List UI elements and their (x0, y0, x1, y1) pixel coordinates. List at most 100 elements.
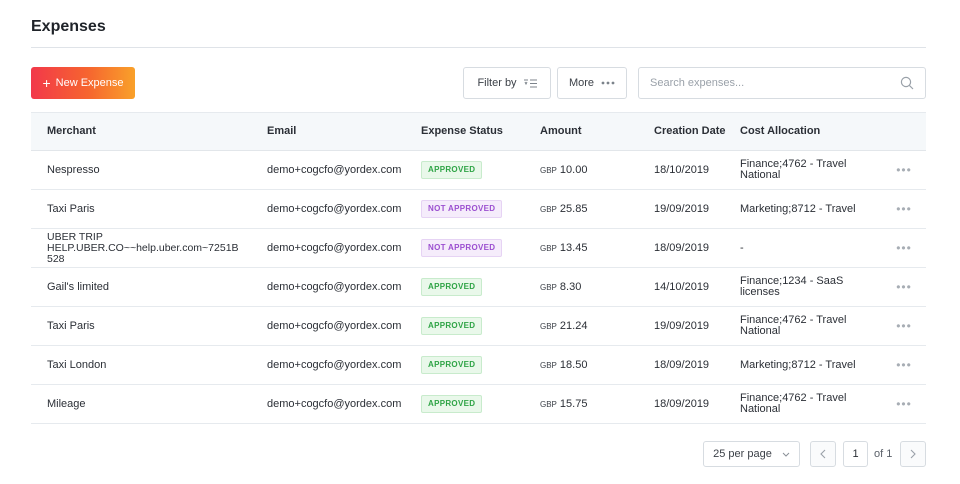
amount-cell: GBP 21.24 (540, 307, 640, 345)
filter-lines-icon (523, 79, 537, 87)
row-actions-icon[interactable]: ••• (889, 307, 919, 345)
table-row[interactable]: Taxi Paris demo+cogcfo@yordex.com NOT AP… (31, 190, 926, 229)
status-badge: NOT APPROVED (421, 239, 503, 257)
date-cell: 18/09/2019 (654, 241, 710, 254)
cost-cell: Marketing;8712 - Travel (740, 358, 856, 371)
cost-cell: Marketing;8712 - Travel (740, 202, 856, 215)
amount-value: 10.00 (559, 163, 588, 176)
currency-code: GBP (540, 165, 557, 175)
email-cell: demo+cogcfo@yordex.com (267, 202, 402, 215)
currency-code: GBP (540, 243, 557, 253)
row-actions-icon[interactable]: ••• (889, 385, 919, 423)
amount-cell: GBP 10.00 (540, 151, 640, 189)
date-cell: 19/09/2019 (654, 319, 710, 332)
table-row[interactable]: Gail's limited demo+cogcfo@yordex.com AP… (31, 268, 926, 307)
date-cell: 18/10/2019 (654, 163, 710, 176)
status-badge: APPROVED (421, 395, 483, 413)
status-badge: APPROVED (421, 356, 483, 374)
amount-value: 21.24 (559, 319, 588, 332)
row-actions-icon[interactable]: ••• (889, 229, 919, 267)
cost-cell: Finance;1234 - SaaS licenses (740, 275, 844, 298)
column-header-email[interactable]: Email (267, 113, 296, 150)
date-cell: 18/09/2019 (654, 358, 710, 371)
email-cell: demo+cogcfo@yordex.com (267, 397, 402, 410)
table-row[interactable]: Mileage demo+cogcfo@yordex.com APPROVED … (31, 385, 926, 424)
date-cell: 18/09/2019 (654, 397, 710, 410)
amount-cell: GBP 25.85 (540, 190, 640, 228)
table-header: Merchant Email Expense Status Amount Cre… (31, 112, 926, 151)
cost-cell: Finance;4762 - Travel National (740, 392, 847, 415)
merchant-cell: Nespresso (47, 163, 100, 176)
column-header-cost[interactable]: Cost Allocation (740, 113, 820, 150)
merchant-cell: Taxi Paris (47, 319, 95, 332)
date-cell: 14/10/2019 (654, 280, 710, 293)
currency-code: GBP (540, 282, 557, 292)
table-row[interactable]: Taxi London demo+cogcfo@yordex.com APPRO… (31, 346, 926, 385)
status-cell: APPROVED (421, 307, 531, 345)
column-header-status[interactable]: Expense Status (421, 113, 503, 150)
more-button[interactable]: More (557, 67, 627, 99)
next-page-button[interactable] (900, 441, 926, 467)
search-input[interactable] (650, 68, 890, 98)
amount-value: 18.50 (559, 358, 588, 371)
page-title: Expenses (31, 18, 106, 35)
status-badge: APPROVED (421, 317, 483, 335)
merchant-cell: UBER TRIP HELP.UBER.CO~~help.uber.com~72… (47, 230, 239, 265)
status-cell: APPROVED (421, 346, 531, 384)
merchant-cell: Taxi London (47, 358, 107, 371)
status-badge: APPROVED (421, 161, 483, 179)
row-actions-icon[interactable]: ••• (889, 190, 919, 228)
amount-cell: GBP 15.75 (540, 385, 640, 423)
column-header-merchant[interactable]: Merchant (47, 113, 96, 150)
table-row[interactable]: Taxi Paris demo+cogcfo@yordex.com APPROV… (31, 307, 926, 346)
merchant-cell: Gail's limited (47, 280, 110, 293)
amount-cell: GBP 13.45 (540, 229, 640, 267)
row-actions-icon[interactable]: ••• (889, 346, 919, 384)
status-cell: APPROVED (421, 385, 531, 423)
currency-code: GBP (540, 321, 557, 331)
table-row[interactable]: Nespresso demo+cogcfo@yordex.com APPROVE… (31, 151, 926, 190)
amount-cell: GBP 8.30 (540, 268, 640, 306)
title-divider (31, 47, 926, 48)
date-cell: 19/09/2019 (654, 202, 710, 215)
prev-page-button[interactable] (810, 441, 836, 467)
per-page-select[interactable]: 25 per page (703, 441, 800, 467)
cost-cell: - (740, 241, 744, 254)
status-badge: APPROVED (421, 278, 483, 296)
currency-code: GBP (540, 204, 557, 214)
email-cell: demo+cogcfo@yordex.com (267, 280, 402, 293)
row-actions-icon[interactable]: ••• (889, 268, 919, 306)
chevron-right-icon (910, 449, 916, 459)
status-cell: APPROVED (421, 151, 531, 189)
status-badge: NOT APPROVED (421, 200, 503, 218)
expenses-table: Merchant Email Expense Status Amount Cre… (31, 112, 926, 424)
column-header-amount[interactable]: Amount (540, 113, 582, 150)
page-number-input[interactable]: 1 (843, 441, 868, 467)
page-total: of 1 (874, 448, 893, 460)
cost-cell: Finance;4762 - Travel National (740, 158, 847, 181)
status-cell: NOT APPROVED (421, 190, 531, 228)
email-cell: demo+cogcfo@yordex.com (267, 319, 402, 332)
amount-value: 25.85 (559, 202, 588, 215)
column-header-date[interactable]: Creation Date (654, 113, 726, 150)
more-label: More (568, 77, 595, 89)
status-cell: APPROVED (421, 268, 531, 306)
merchant-cell: Mileage (47, 397, 86, 410)
filter-button[interactable]: Filter by (463, 67, 551, 99)
amount-value: 13.45 (559, 241, 588, 254)
table-row[interactable]: UBER TRIP HELP.UBER.CO~~help.uber.com~72… (31, 229, 926, 268)
chevron-down-icon (782, 452, 790, 457)
new-expense-button[interactable]: + New Expense (31, 67, 135, 99)
amount-value: 15.75 (559, 397, 588, 410)
email-cell: demo+cogcfo@yordex.com (267, 241, 402, 254)
per-page-label: 25 per page (713, 448, 772, 460)
row-actions-icon[interactable]: ••• (889, 151, 919, 189)
toolbar: + New Expense Filter by More (31, 66, 926, 99)
currency-code: GBP (540, 360, 557, 370)
email-cell: demo+cogcfo@yordex.com (267, 163, 402, 176)
filter-label: Filter by (477, 77, 517, 89)
merchant-cell: Taxi Paris (47, 202, 95, 215)
email-cell: demo+cogcfo@yordex.com (267, 358, 402, 371)
search-box (638, 67, 926, 99)
search-icon[interactable] (900, 76, 914, 90)
